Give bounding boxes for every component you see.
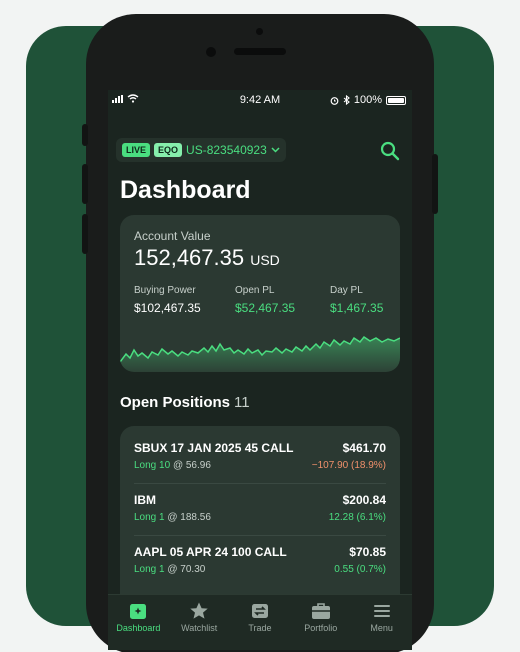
account-selector[interactable]: LIVE EQO US-823540923 <box>116 138 286 162</box>
open-pl-label: Open PL <box>235 285 275 296</box>
day-pl-stat: Day PL $1,467.35 <box>330 285 383 315</box>
position-row[interactable]: SBUX 17 JAN 2025 45 CALL $461.70 Long 10… <box>134 432 386 484</box>
briefcase-icon <box>311 603 330 619</box>
status-bar: 9:42 AM 100% <box>108 90 412 110</box>
battery-icon <box>386 95 406 105</box>
account-value-amount: 152,467.35 <box>134 245 245 270</box>
top-sensor <box>256 28 263 35</box>
tab-portfolio[interactable]: Portfolio <box>290 595 351 650</box>
app-screen: 9:42 AM 100% LIVE EQO US-823540923 Dashb… <box>108 90 412 650</box>
position-side: Long 10 <box>134 460 171 471</box>
open-pl-stat: Open PL $52,467.35 <box>235 285 295 315</box>
battery-percent: 100% <box>353 94 382 106</box>
phone-frame: 9:42 AM 100% LIVE EQO US-823540923 Dashb… <box>82 14 438 652</box>
bluetooth-icon <box>343 95 350 105</box>
position-quantity: Long 1 @ 70.30 <box>134 564 205 575</box>
tab-menu[interactable]: Menu <box>351 595 412 650</box>
position-side: Long 1 <box>134 512 165 523</box>
position-price: $200.84 <box>342 493 386 507</box>
position-quantity: Long 1 @ 188.56 <box>134 512 211 523</box>
alarm-icon <box>330 96 339 105</box>
tab-watchlist[interactable]: Watchlist <box>169 595 230 650</box>
position-cost: @ 188.56 <box>167 512 211 523</box>
open-pl-value: $52,467.35 <box>235 301 296 315</box>
position-change: 12.28 (6.1%) <box>328 512 386 523</box>
account-type-badge: EQO <box>154 143 183 157</box>
power-button <box>432 154 438 214</box>
position-change: 0.55 (0.7%) <box>334 564 386 575</box>
star-icon <box>190 602 208 619</box>
position-price: $70.85 <box>349 545 386 559</box>
earpiece-speaker <box>234 48 286 55</box>
account-id: US-823540923 <box>186 143 267 157</box>
position-row[interactable]: IBM $200.84 Long 1 @ 188.56 12.28 (6.1%) <box>134 484 386 536</box>
tab-trade[interactable]: Trade <box>230 595 291 650</box>
menu-icon <box>373 605 390 617</box>
day-pl-value: $1,467.35 <box>330 301 384 315</box>
position-symbol: AAPL 05 APR 24 100 CALL <box>134 545 287 559</box>
position-price: $461.70 <box>342 441 386 455</box>
tab-label: Portfolio <box>304 623 338 633</box>
tab-label: Menu <box>370 623 393 633</box>
open-positions-header: Open Positions 11 <box>120 394 250 411</box>
position-symbol: SBUX 17 JAN 2025 45 CALL <box>134 441 294 455</box>
chevron-down-icon <box>271 147 280 153</box>
tab-label: Trade <box>248 623 272 633</box>
open-positions-title: Open Positions <box>120 394 231 411</box>
day-pl-label: Day PL <box>330 285 363 296</box>
tab-dashboard[interactable]: Dashboard <box>108 595 169 650</box>
volume-down-button <box>82 214 88 254</box>
buying-power-value: $102,467.35 <box>134 301 201 315</box>
page-title: Dashboard <box>120 176 251 204</box>
account-value-label: Account Value <box>134 229 211 243</box>
live-badge: LIVE <box>122 143 151 157</box>
position-symbol: IBM <box>134 493 156 507</box>
account-currency: USD <box>250 252 280 268</box>
volume-up-button <box>82 164 88 204</box>
position-cost: @ 56.96 <box>172 460 211 471</box>
buying-power-label: Buying Power <box>134 285 196 296</box>
buying-power-stat: Buying Power $102,467.35 <box>134 285 201 315</box>
search-icon[interactable] <box>380 141 400 161</box>
tab-label: Watchlist <box>181 623 218 633</box>
account-value: 152,467.35 USD <box>134 245 280 271</box>
open-positions-count: 11 <box>234 394 250 411</box>
front-camera <box>206 47 216 57</box>
account-summary-card[interactable]: Account Value 152,467.35 USD Buying Powe… <box>120 215 400 372</box>
bottom-tab-bar: Dashboard Watchlist Trade Portfolio Menu <box>108 594 412 650</box>
dashboard-icon <box>130 604 147 619</box>
tab-label: Dashboard <box>116 623 161 633</box>
account-sparkline <box>120 335 400 372</box>
position-row[interactable]: AAPL 05 APR 24 100 CALL $70.85 Long 1 @ … <box>134 536 386 588</box>
mute-switch <box>82 124 88 146</box>
position-change: −107.90 (18.9%) <box>311 460 386 471</box>
position-side: Long 1 <box>134 564 165 575</box>
position-quantity: Long 10 @ 56.96 <box>134 460 211 471</box>
position-cost: @ 70.30 <box>167 564 206 575</box>
trade-icon <box>251 604 268 618</box>
